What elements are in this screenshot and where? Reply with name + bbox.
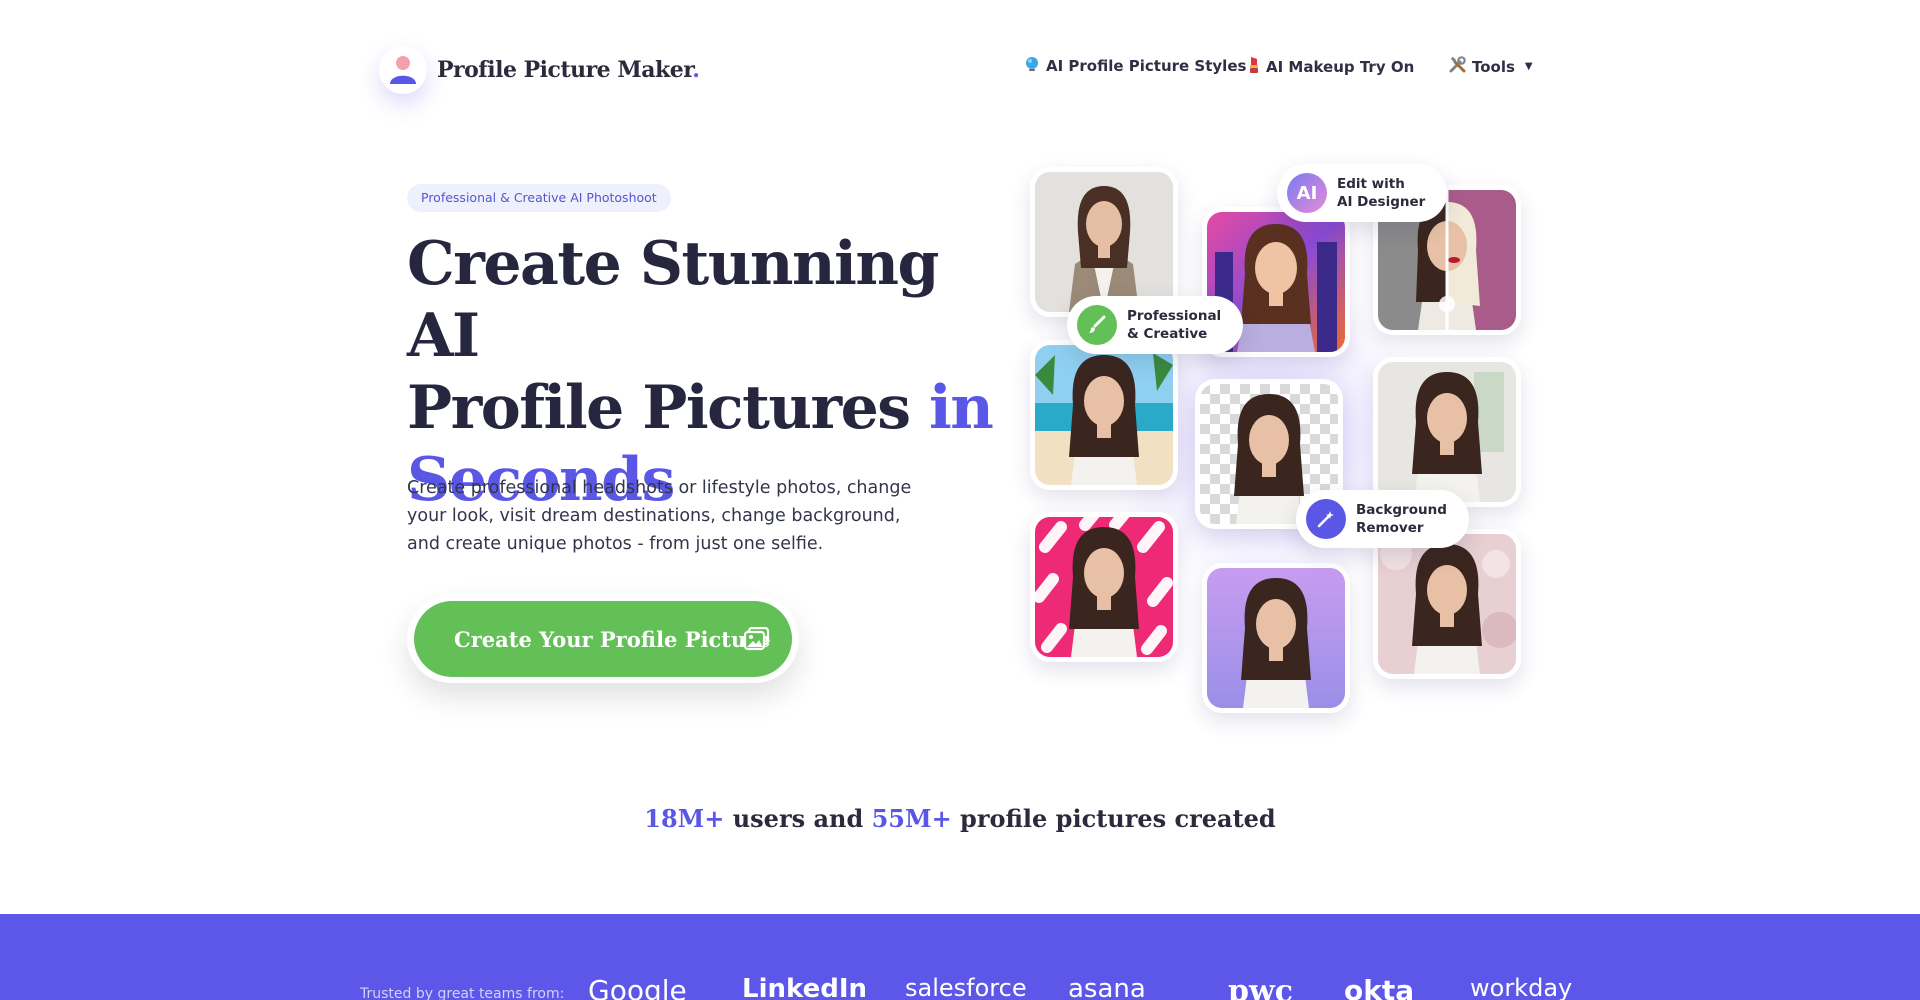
create-profile-picture-button[interactable]: Create Your Profile Picture (414, 601, 792, 677)
users-count: 18M+ (644, 804, 725, 833)
chip-professional-creative[interactable]: Professional & Creative (1067, 296, 1244, 354)
brand-logo-google: Google (588, 974, 687, 1000)
tools-icon (1449, 56, 1466, 77)
hero-tag-pill: Professional & Creative AI Photoshoot (407, 184, 671, 212)
logo-dot: . (692, 57, 700, 83)
pictures-count: 55M+ (871, 804, 952, 833)
chip-line2: & Creative (1127, 326, 1208, 342)
cta-label: Create Your Profile Picture (454, 626, 771, 652)
globe-icon (1024, 56, 1040, 76)
paintbrush-icon (1077, 305, 1117, 345)
hero-headline: Create Stunning AI Profile Pictures in S… (407, 228, 997, 516)
photo-lavender-bg (1202, 563, 1350, 713)
trusted-by-band: Trusted by great teams from: Google Link… (0, 914, 1920, 1000)
nav-label: Tools (1472, 57, 1515, 76)
nav-ai-makeup-try-on[interactable]: AI Makeup Try On (1248, 56, 1414, 78)
chip-line1: Edit with (1337, 176, 1405, 192)
site-header: Profile Picture Maker. AI Profile Pictur… (0, 0, 1920, 130)
ai-badge-text: AI (1296, 182, 1318, 204)
users-text: users and (732, 804, 864, 833)
chevron-down-icon: ▼ (1524, 61, 1533, 72)
nav-tools-dropdown[interactable]: Tools ▼ (1449, 56, 1533, 77)
headline-line2: Profile Pictures (407, 373, 911, 443)
photo-blazer (1030, 167, 1178, 317)
pictures-text: profile pictures created (960, 804, 1276, 833)
nav-label: AI Makeup Try On (1266, 58, 1415, 76)
brand-logo-okta: okta (1344, 974, 1415, 1000)
brand-logo-asana: asana (1068, 974, 1146, 1000)
logo-text: Profile Picture Maker (437, 57, 693, 83)
ai-badge-icon: AI (1287, 173, 1327, 213)
chip-line1: Background (1356, 502, 1447, 518)
brand-logo-workday: workday (1470, 974, 1573, 1000)
headline-line1: Create Stunning AI (407, 229, 939, 371)
cta-container: Create Your Profile Picture (407, 595, 799, 683)
image-gallery-icon (743, 626, 770, 655)
photo-beach (1030, 340, 1178, 490)
usage-stats: 18M+ users and 55M+ profile pictures cre… (0, 804, 1920, 833)
brand-logo-salesforce: salesforce (905, 974, 1027, 1000)
photo-pink-pattern (1030, 512, 1178, 662)
nav-ai-profile-picture-styles[interactable]: AI Profile Picture Styles (1024, 56, 1246, 76)
headline-accent-in: in (928, 373, 994, 443)
avatar-logo-icon (379, 46, 427, 94)
brand-logo-pwc: pwc (1228, 974, 1294, 1000)
photo-bokeh-bg (1373, 529, 1521, 679)
chip-ai-designer[interactable]: AI Edit with AI Designer (1277, 164, 1448, 222)
chip-line2: Remover (1356, 520, 1424, 536)
hero-subtitle: Create professional headshots or lifesty… (407, 478, 912, 554)
magic-wand-icon (1306, 499, 1346, 539)
lipstick-icon (1248, 56, 1260, 78)
photo-office-bg (1373, 357, 1521, 507)
chip-line2: AI Designer (1337, 194, 1426, 210)
trusted-label: Trusted by great teams from: (360, 986, 565, 1000)
nav-label: AI Profile Picture Styles (1046, 57, 1247, 75)
site-logo[interactable]: Profile Picture Maker. (379, 46, 700, 94)
chip-line1: Professional (1127, 308, 1222, 324)
chip-background-remover[interactable]: Background Remover (1296, 490, 1469, 548)
brand-logo-linkedin: LinkedIn (742, 974, 868, 1000)
